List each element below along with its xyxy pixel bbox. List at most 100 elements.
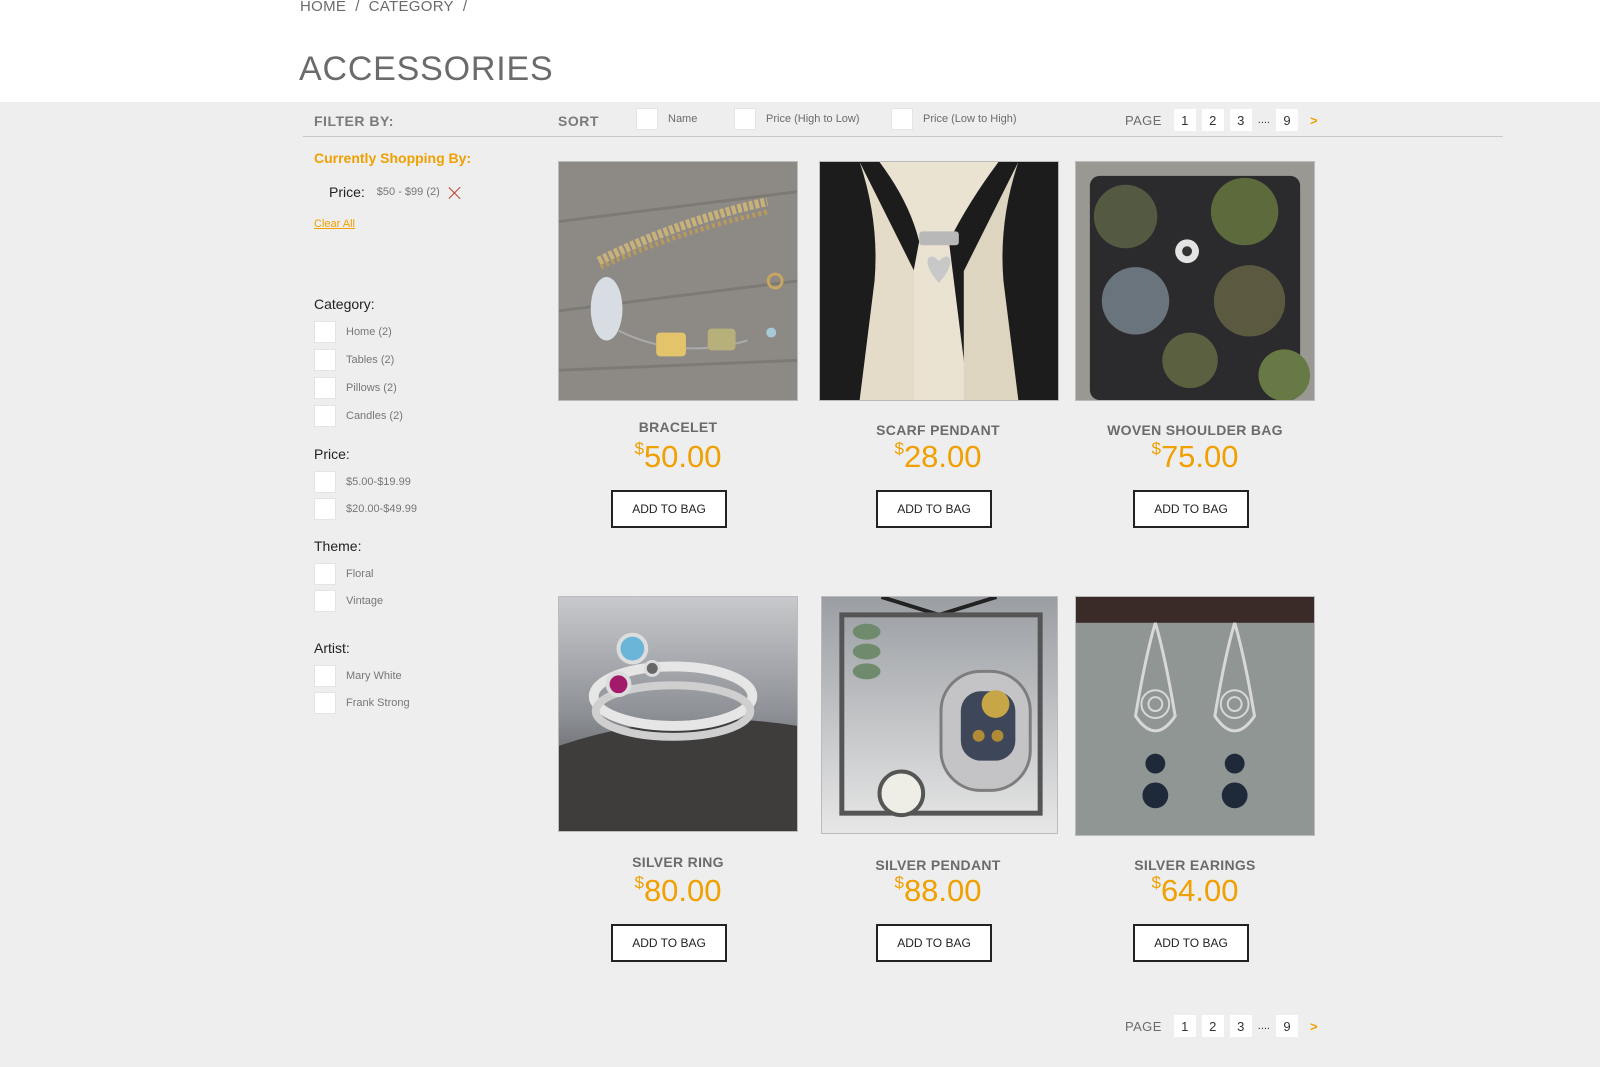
filter-item-label: $20.00-$49.99	[346, 503, 417, 515]
bracelet-photo-icon[interactable]	[558, 161, 798, 401]
sort-option-price-high-low[interactable]: Price (High to Low)	[734, 108, 860, 130]
next-page-arrow-icon[interactable]: >	[1310, 113, 1318, 128]
product-name[interactable]: SCARF PENDANT	[818, 422, 1058, 438]
filter-by-label: FILTER BY:	[314, 113, 394, 129]
shoulder-bag-photo-icon[interactable]	[1075, 161, 1315, 401]
add-to-bag-button[interactable]: ADD TO BAG	[611, 490, 727, 528]
filter-checkbox[interactable]	[314, 349, 336, 371]
filter-item-vintage[interactable]: Vintage	[314, 590, 383, 612]
add-to-bag-button[interactable]: ADD TO BAG	[876, 490, 992, 528]
filter-checkbox[interactable]	[314, 692, 336, 714]
add-to-bag-button[interactable]: ADD TO BAG	[1133, 924, 1249, 962]
artist-filter-title: Artist:	[314, 640, 350, 656]
product-name[interactable]: SILVER RING	[558, 854, 798, 870]
add-to-bag-button[interactable]: ADD TO BAG	[611, 924, 727, 962]
filter-item-candles[interactable]: Candles (2)	[314, 405, 403, 427]
active-filter: Price: $50 - $99 (2)	[329, 184, 462, 200]
filter-checkbox[interactable]	[314, 665, 336, 687]
active-filter-label: Price:	[329, 184, 365, 200]
add-to-bag-button[interactable]: ADD TO BAG	[1133, 490, 1249, 528]
filter-checkbox[interactable]	[314, 563, 336, 585]
page-ellipsis: ....	[1257, 114, 1270, 126]
page-last-link[interactable]: 9	[1276, 1015, 1298, 1037]
product-name[interactable]: SILVER EARINGS	[1075, 857, 1315, 873]
currency-symbol: $	[634, 439, 644, 458]
sort-option-label: Price (High to Low)	[766, 113, 860, 125]
page-2-link[interactable]: 2	[1201, 109, 1224, 131]
filter-item-label: Candles (2)	[346, 410, 403, 422]
product-name[interactable]: BRACELET	[558, 419, 798, 435]
product-price: $75.00	[1075, 439, 1315, 475]
remove-filter-icon[interactable]	[448, 186, 462, 200]
filter-item-price-20-49[interactable]: $20.00-$49.99	[314, 498, 417, 520]
sort-price-high-low-checkbox[interactable]	[734, 108, 756, 130]
filter-item-mary-white[interactable]: Mary White	[314, 665, 410, 687]
silver-pendant-photo-icon[interactable]	[821, 596, 1058, 834]
theme-filter-title: Theme:	[314, 538, 362, 554]
sort-option-label: Price (Low to High)	[923, 113, 1017, 125]
filter-item-label: Mary White	[346, 670, 402, 682]
currency-symbol: $	[634, 873, 644, 892]
price-amount: 80.00	[643, 873, 722, 908]
filter-item-home[interactable]: Home (2)	[314, 321, 403, 343]
product-price: $80.00	[558, 873, 798, 909]
filter-item-price-5-19[interactable]: $5.00-$19.99	[314, 471, 417, 493]
next-page-arrow-icon[interactable]: >	[1310, 1019, 1318, 1034]
currency-symbol: $	[1151, 873, 1161, 892]
page-title: ACCESSORIES	[299, 50, 554, 88]
scarf-pendant-photo-icon[interactable]	[819, 161, 1059, 401]
price-amount: 28.00	[903, 439, 982, 474]
filter-item-floral[interactable]: Floral	[314, 563, 383, 585]
filter-checkbox[interactable]	[314, 498, 336, 520]
product-price: $50.00	[558, 439, 798, 475]
product-name[interactable]: SILVER PENDANT	[818, 857, 1058, 873]
filter-checkbox[interactable]	[314, 321, 336, 343]
filter-item-label: Tables (2)	[346, 354, 395, 366]
pagination-top: PAGE 1 2 3 .... 9 >	[1125, 109, 1318, 131]
filter-checkbox[interactable]	[314, 471, 336, 493]
currency-symbol: $	[894, 873, 904, 892]
breadcrumb-separator: /	[355, 0, 360, 15]
add-to-bag-button[interactable]: ADD TO BAG	[876, 924, 992, 962]
filter-item-frank-strong[interactable]: Frank Strong	[314, 692, 410, 714]
silver-earrings-photo-icon[interactable]	[1075, 596, 1315, 836]
page-1-link[interactable]: 1	[1173, 109, 1196, 131]
filter-checkbox[interactable]	[314, 405, 336, 427]
silver-ring-photo-icon[interactable]	[558, 596, 798, 832]
sort-option-label: Name	[668, 113, 698, 125]
page-last-link[interactable]: 9	[1276, 109, 1298, 131]
breadcrumb-category[interactable]: CATEGORY	[369, 0, 454, 15]
product-name[interactable]: WOVEN SHOULDER BAG	[1075, 422, 1315, 438]
price-amount: 50.00	[643, 439, 722, 474]
filter-item-label: $5.00-$19.99	[346, 476, 411, 488]
breadcrumb-home[interactable]: HOME	[300, 0, 346, 15]
sort-label: SORT	[558, 113, 599, 129]
content-area	[0, 102, 1600, 1067]
artist-filter-group: Artist: Mary White Frank Strong	[314, 640, 410, 720]
filter-checkbox[interactable]	[314, 377, 336, 399]
page-2-link[interactable]: 2	[1201, 1015, 1224, 1037]
category-filter-title: Category:	[314, 296, 375, 312]
page-label: PAGE	[1125, 1018, 1162, 1034]
sort-price-low-high-checkbox[interactable]	[891, 108, 913, 130]
page-3-link[interactable]: 3	[1229, 1015, 1252, 1037]
page-label: PAGE	[1125, 112, 1162, 128]
page-3-link[interactable]: 3	[1229, 109, 1252, 131]
filter-item-label: Frank Strong	[346, 697, 410, 709]
sort-option-name[interactable]: Name	[636, 108, 697, 130]
product-price: $28.00	[818, 439, 1058, 475]
clear-all-link[interactable]: Clear All	[314, 218, 355, 230]
sort-option-price-low-high[interactable]: Price (Low to High)	[891, 108, 1017, 130]
sort-name-checkbox[interactable]	[636, 108, 658, 130]
filter-item-label: Home (2)	[346, 326, 392, 338]
filter-item-pillows[interactable]: Pillows (2)	[314, 377, 403, 399]
filter-item-tables[interactable]: Tables (2)	[314, 349, 403, 371]
theme-filter-group: Theme: Floral Vintage	[314, 538, 383, 618]
header: HOME / CATEGORY / ACCESSORIES	[0, 0, 1600, 102]
price-filter-title: Price:	[314, 446, 350, 462]
product-price: $88.00	[818, 873, 1058, 909]
filter-item-label: Pillows (2)	[346, 382, 397, 394]
filter-checkbox[interactable]	[314, 590, 336, 612]
page-1-link[interactable]: 1	[1173, 1015, 1196, 1037]
pagination-bottom: PAGE 1 2 3 .... 9 >	[1125, 1015, 1318, 1037]
